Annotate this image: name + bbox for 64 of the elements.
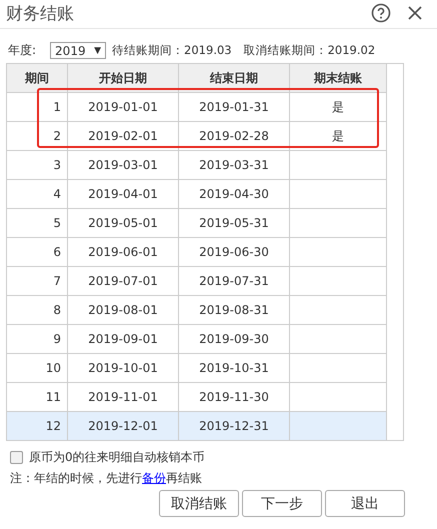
table-cell: 2019-09-01	[68, 324, 178, 354]
window-title: 财务结账	[6, 2, 75, 24]
table-cell: 7	[7, 266, 68, 296]
table-row[interactable]: 7 2019-07-01 2019-07-31	[7, 266, 386, 296]
dialog-button[interactable]: 下一步	[242, 490, 322, 517]
table-cell: 是	[290, 92, 386, 122]
column-header: 开始日期	[68, 64, 178, 92]
dialog-button[interactable]: 取消结账	[159, 490, 239, 517]
table-cell: 8	[7, 296, 68, 324]
help-icon[interactable]	[371, 3, 391, 23]
table-row[interactable]: 6 2019-06-01 2019-06-30	[7, 238, 386, 266]
table-cell: 2019-06-30	[178, 238, 290, 266]
column-header: 结束日期	[178, 64, 290, 92]
table-row[interactable]: 4 2019-04-01 2019-04-30	[7, 180, 386, 208]
cancel-period-text: 取消结账期间：2019.02	[244, 43, 376, 58]
table-cell: 2019-06-01	[68, 238, 178, 266]
table-cell: 2019-04-01	[68, 180, 178, 208]
table-cell: 是	[290, 122, 386, 150]
year-label: 年度:	[8, 42, 36, 59]
table-cell: 12	[7, 412, 68, 440]
checkbox[interactable]	[10, 451, 23, 464]
table-row[interactable]: 2 2019-02-01 2019-02-28 是	[7, 122, 386, 150]
table-cell: 2019-02-28	[178, 122, 290, 150]
table-row[interactable]: 3 2019-03-01 2019-03-31	[7, 150, 386, 180]
table-cell: 2019-05-01	[68, 208, 178, 238]
backup-link[interactable]: 备份	[142, 471, 166, 485]
table-cell: 6	[7, 238, 68, 266]
table-cell: 2019-07-01	[68, 266, 178, 296]
table-cell: 2019-04-30	[178, 180, 290, 208]
table-cell: 2019-01-01	[68, 92, 178, 122]
table-row[interactable]: 12 2019-12-01 2019-12-31	[7, 412, 386, 440]
table-cell: 9	[7, 324, 68, 354]
table-cell: 2	[7, 122, 68, 150]
table-row[interactable]: 5 2019-05-01 2019-05-31	[7, 208, 386, 238]
table-row[interactable]: 10 2019-10-01 2019-10-31	[7, 354, 386, 382]
close-icon[interactable]	[407, 5, 423, 21]
column-header: 期间	[7, 64, 68, 92]
pending-period-text: 待结账期间：2019.03	[112, 43, 232, 58]
table-cell: 2019-12-31	[178, 412, 290, 440]
table-cell: 2019-10-31	[178, 354, 290, 382]
table-cell: 2019-08-31	[178, 296, 290, 324]
table-cell: 4	[7, 180, 68, 208]
note-text: 注：年结的时候，先进行备份再结账	[10, 470, 203, 486]
table-row[interactable]: 8 2019-08-01 2019-08-31	[7, 296, 386, 324]
table-cell: 2019-05-31	[178, 208, 290, 238]
table-cell: 2019-12-01	[68, 412, 178, 440]
table-cell: 2019-03-01	[68, 150, 178, 180]
table-cell: 2019-03-31	[178, 150, 290, 180]
table-cell: 2019-08-01	[68, 296, 178, 324]
table-row[interactable]: 1 2019-01-01 2019-01-31 是	[7, 92, 386, 122]
table-cell: 2019-09-30	[178, 324, 290, 354]
table-cell: 1	[7, 92, 68, 122]
table-cell: 3	[7, 150, 68, 180]
table-row[interactable]: 9 2019-09-01 2019-09-30	[7, 324, 386, 354]
column-header: 期末结账	[290, 64, 386, 92]
table-cell: 2019-10-01	[68, 354, 178, 382]
checkbox-label: 原币为0的往来明细自动核销本币	[29, 449, 205, 466]
table-cell: 2019-07-31	[178, 266, 290, 296]
table-cell: 2019-01-31	[178, 92, 290, 122]
dialog-button[interactable]: 退出	[325, 490, 405, 517]
year-dropdown[interactable]: 2019 ▼	[50, 42, 106, 59]
table-cell: 10	[7, 354, 68, 382]
table-cell: 5	[7, 208, 68, 238]
table-cell: 2019-02-01	[68, 122, 178, 150]
